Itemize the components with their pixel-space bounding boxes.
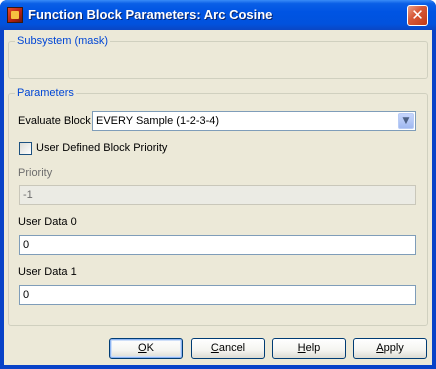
evaluate-block-select[interactable]: EVERY Sample (1-2-3-4) ▼ — [92, 111, 416, 131]
user-data-0-label: User Data 0 — [18, 216, 77, 228]
chevron-down-icon[interactable]: ▼ — [398, 113, 414, 129]
user-data-1-value: 0 — [23, 289, 30, 301]
cancel-button[interactable]: Cancel — [191, 338, 265, 359]
priority-label: Priority — [18, 167, 53, 179]
priority-checkbox[interactable] — [19, 142, 32, 155]
close-button[interactable]: ✕ — [407, 5, 428, 26]
evaluate-block-label: Evaluate Block — [18, 115, 91, 127]
apply-button[interactable]: Apply — [353, 338, 427, 359]
app-icon[interactable] — [7, 7, 23, 23]
window-title: Function Block Parameters: Arc Cosine — [28, 7, 273, 22]
priority-field[interactable]: -1 — [19, 185, 416, 205]
user-data-0-value: 0 — [23, 239, 30, 251]
title-bar[interactable]: Function Block Parameters: Arc Cosine ✕ — [0, 0, 436, 30]
priority-value: -1 — [23, 189, 33, 201]
user-data-0-field[interactable]: 0 — [19, 235, 416, 255]
evaluate-block-value: EVERY Sample (1-2-3-4) — [96, 115, 220, 127]
priority-checkbox-label[interactable]: User Defined Block Priority — [36, 142, 167, 155]
user-data-1-label: User Data 1 — [18, 266, 77, 278]
parameters-legend: Parameters — [15, 87, 76, 100]
ok-button[interactable]: OK — [109, 338, 183, 359]
help-button[interactable]: Help — [272, 338, 346, 359]
close-icon: ✕ — [411, 6, 424, 24]
user-data-1-field[interactable]: 0 — [19, 285, 416, 305]
subsystem-legend: Subsystem (mask) — [15, 35, 111, 48]
dialog-body: Subsystem (mask) Parameters Evaluate Blo… — [4, 30, 432, 365]
subsystem-group: Subsystem (mask) — [8, 35, 428, 79]
dialog-window: Function Block Parameters: Arc Cosine ✕ … — [0, 0, 436, 369]
